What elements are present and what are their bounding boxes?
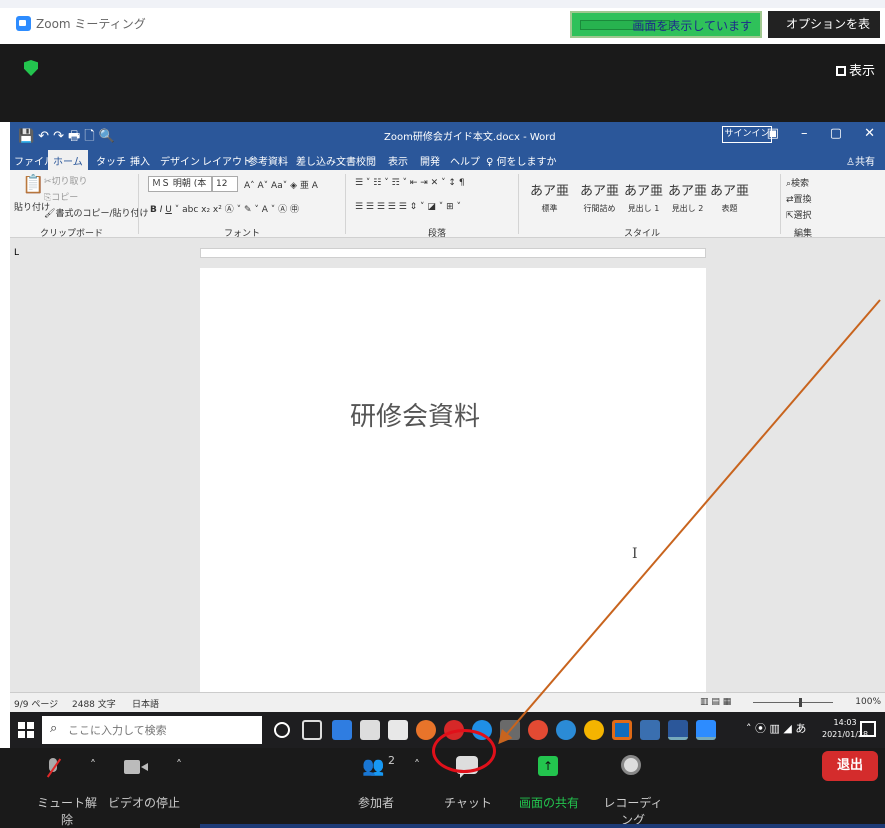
annotation-arrow xyxy=(498,299,881,745)
annotation-arrow-layer xyxy=(498,299,881,745)
